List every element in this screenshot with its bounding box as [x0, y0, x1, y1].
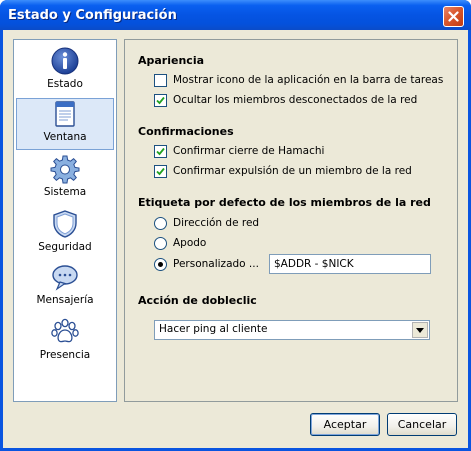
select-value: Hacer ping al cliente [159, 323, 268, 335]
radio-label: Apodo [173, 237, 207, 249]
checkbox-mostrar-icono[interactable]: Mostrar icono de la aplicación en la bar… [154, 73, 443, 87]
window-icon [55, 101, 75, 127]
radio-personalizado[interactable]: Personalizado ... [154, 257, 259, 271]
radio-label: Personalizado ... [173, 258, 259, 270]
section-title-etiqueta: Etiqueta por defecto de los miembros de … [138, 196, 431, 209]
radio-apodo[interactable]: Apodo [154, 236, 206, 250]
chat-bubble-icon [52, 265, 78, 291]
paw-icon [51, 318, 79, 343]
sidebar-item-presencia[interactable]: Presencia [16, 317, 114, 369]
checkbox-confirmar-cierre[interactable]: Confirmar cierre de Hamachi [154, 144, 324, 158]
doubleclick-action-select[interactable]: Hacer ping al cliente [154, 320, 430, 340]
checkmark-icon [156, 96, 165, 104]
checkbox-label: Mostrar icono de la aplicación en la bar… [173, 74, 444, 86]
sidebar-item-estado[interactable]: Estado [16, 46, 114, 98]
sidebar-item-label: Sistema [43, 186, 87, 198]
checkbox-confirmar-expulsion[interactable]: Confirmar expulsión de un miembro de la … [154, 164, 412, 178]
gear-icon [50, 155, 80, 184]
sidebar-item-label: Seguridad [38, 241, 92, 253]
checkbox-box[interactable] [154, 93, 167, 107]
checkbox-label: Confirmar cierre de Hamachi [173, 145, 325, 157]
client-area: Estado Ventana Sistema Seguridad Mensaje… [3, 30, 468, 448]
close-button[interactable] [443, 6, 464, 27]
window-title: Estado y Configuración [8, 8, 177, 23]
checkbox-label: Ocultar los miembros desconectados de la… [173, 94, 418, 106]
radio-direccion-red[interactable]: Dirección de red [154, 216, 259, 230]
radio-button[interactable] [154, 216, 167, 230]
checkbox-box[interactable] [154, 144, 167, 158]
custom-label-input[interactable]: $ADDR - $NICK [269, 254, 431, 274]
checkmark-icon [156, 167, 165, 175]
accept-button[interactable]: Aceptar [310, 413, 380, 436]
close-icon [448, 11, 459, 22]
radio-label: Dirección de red [173, 217, 260, 229]
sidebar-item-sistema[interactable]: Sistema [16, 154, 114, 206]
dropdown-button[interactable] [412, 322, 428, 338]
chevron-down-icon [416, 327, 424, 333]
cancel-button[interactable]: Cancelar [387, 413, 457, 436]
checkbox-box[interactable] [154, 73, 167, 87]
sidebar-item-ventana[interactable]: Ventana [16, 98, 114, 150]
checkbox-ocultar-desconectados[interactable]: Ocultar los miembros desconectados de la… [154, 93, 417, 107]
checkbox-label: Confirmar expulsión de un miembro de la … [173, 165, 412, 177]
sidebar-item-seguridad[interactable]: Seguridad [16, 209, 114, 261]
settings-window: Estado y Configuración Estado Ventana Si… [0, 0, 471, 451]
section-title-apariencia: Apariencia [138, 54, 205, 67]
title-bar[interactable]: Estado y Configuración [0, 0, 471, 30]
settings-panel: Apariencia Mostrar icono de la aplicació… [124, 39, 458, 402]
sidebar-item-label: Mensajería [36, 294, 94, 306]
sidebar-item-mensajeria[interactable]: Mensajería [16, 262, 114, 314]
radio-button[interactable] [154, 257, 167, 271]
checkbox-box[interactable] [154, 164, 167, 178]
section-title-confirmaciones: Confirmaciones [138, 125, 234, 138]
sidebar-item-label: Estado [47, 78, 83, 90]
radio-button[interactable] [154, 236, 167, 250]
sidebar: Estado Ventana Sistema Seguridad Mensaje… [13, 39, 117, 402]
sidebar-item-label: Presencia [39, 349, 91, 361]
sidebar-item-label: Ventana [43, 131, 87, 143]
section-title-dobleclic: Acción de dobleclic [138, 294, 257, 307]
radio-selected-dot [158, 261, 163, 267]
info-icon [51, 47, 79, 75]
shield-icon [53, 210, 77, 238]
checkmark-icon [156, 147, 165, 155]
